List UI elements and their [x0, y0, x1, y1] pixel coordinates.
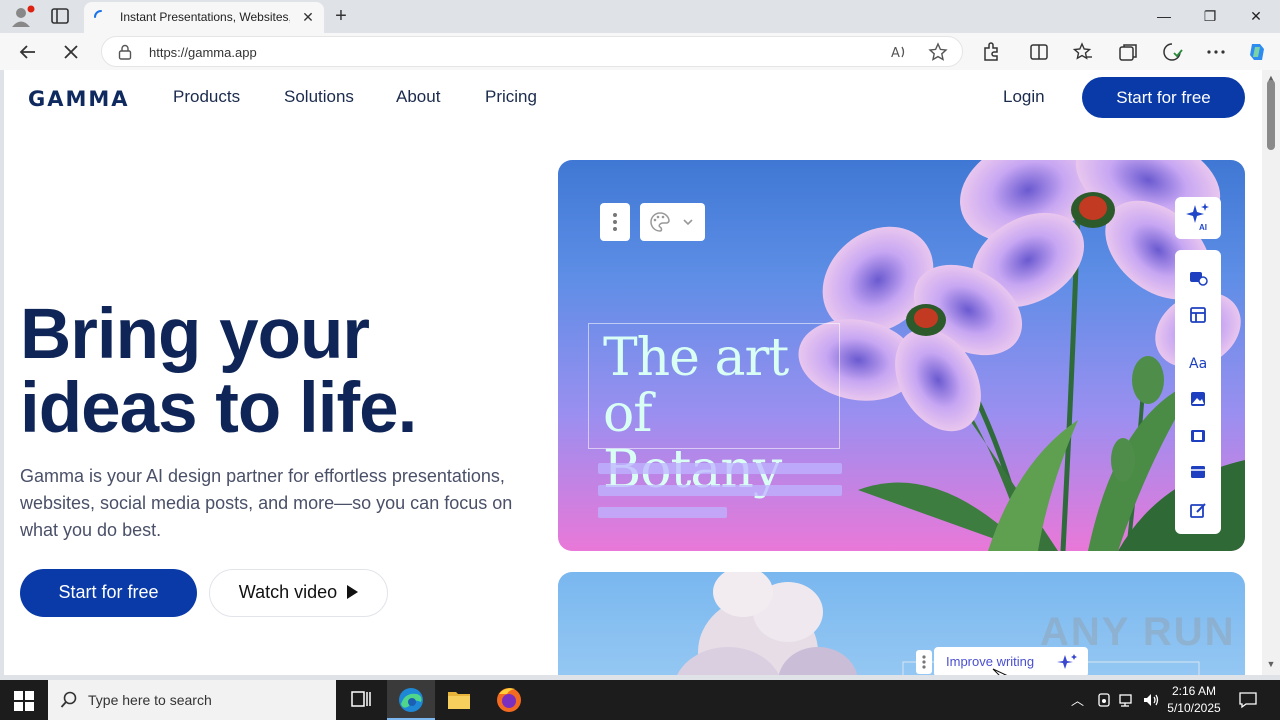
- lock-icon[interactable]: [118, 44, 132, 60]
- folder-icon: [448, 692, 470, 709]
- ai-button[interactable]: AI: [1175, 197, 1221, 239]
- text-placeholder-line: [598, 463, 842, 474]
- text-format-icon[interactable]: Aa: [1188, 352, 1208, 372]
- tray-device-icon[interactable]: [1096, 692, 1112, 708]
- watch-video-button[interactable]: Watch video: [209, 569, 388, 617]
- gamma-logo[interactable]: GAMMA: [28, 87, 130, 111]
- taskbar-firefox[interactable]: [485, 680, 533, 720]
- ai-sparkle-icon: [1186, 203, 1209, 223]
- theme-dropdown-button[interactable]: [640, 203, 705, 241]
- search-icon: [60, 691, 77, 708]
- hero-preview-card: The art of Botany AI Aa: [558, 160, 1245, 551]
- read-aloud-icon[interactable]: A: [889, 42, 909, 62]
- taskbar-clock[interactable]: 2:16 AM 5/10/2025: [1166, 683, 1222, 717]
- tab-actions-icon[interactable]: [50, 7, 70, 25]
- clock-time: 2:16 AM: [1171, 684, 1217, 698]
- tab-title: Instant Presentations, Websites, a: [120, 10, 290, 24]
- mouse-cursor-icon: [992, 668, 1008, 675]
- taskbar-edge[interactable]: [387, 680, 435, 720]
- more-menu-icon[interactable]: [1205, 41, 1227, 63]
- start-for-free-button[interactable]: Start for free: [20, 569, 197, 617]
- search-placeholder: Type here to search: [88, 692, 212, 708]
- browser-essentials-icon[interactable]: [1161, 41, 1183, 63]
- profile-icon[interactable]: [8, 4, 36, 28]
- start-for-free-header-button[interactable]: Start for free: [1082, 77, 1245, 118]
- tray-overflow-icon[interactable]: ︿: [1071, 690, 1084, 709]
- headline-line-1: Bring your: [20, 295, 370, 374]
- svg-text:Aa: Aa: [1189, 356, 1207, 372]
- vertical-dots-icon: [922, 655, 926, 669]
- image-icon[interactable]: [1188, 389, 1208, 409]
- ai-badge: AI: [1199, 223, 1207, 232]
- vertical-dots-icon: [613, 213, 617, 231]
- scroll-down-icon[interactable]: ▼: [1266, 660, 1276, 669]
- watch-video-label: Watch video: [238, 582, 338, 602]
- card-title-line-1: The art: [603, 328, 789, 388]
- taskbar-search[interactable]: Type here to search: [48, 680, 336, 720]
- text-placeholder-line: [598, 507, 727, 518]
- active-tab[interactable]: Instant Presentations, Websites, a ✕: [84, 2, 324, 33]
- card-title-line-2: of Botany: [603, 384, 782, 498]
- notifications-icon[interactable]: [1238, 691, 1258, 709]
- improve-menu-button[interactable]: [916, 650, 932, 674]
- side-toolbar: Aa: [1175, 250, 1221, 534]
- login-link[interactable]: Login: [1003, 87, 1045, 107]
- scrollbar-thumb[interactable]: [1267, 80, 1275, 150]
- nav-solutions[interactable]: Solutions: [284, 87, 354, 107]
- svg-text:A: A: [891, 46, 900, 61]
- windows-start-icon[interactable]: [14, 691, 34, 711]
- close-tab-icon[interactable]: ✕: [300, 9, 316, 25]
- copilot-icon[interactable]: [1246, 41, 1268, 63]
- split-screen-icon[interactable]: [1028, 41, 1050, 63]
- edge-icon: [399, 688, 423, 712]
- browser-toolbar: https://gamma.app A: [0, 33, 1280, 70]
- page-scrollbar[interactable]: ▲ ▼: [1262, 70, 1280, 675]
- collections-icon[interactable]: [1117, 41, 1139, 63]
- close-window-button[interactable]: ✕: [1236, 6, 1276, 26]
- headline-line-2: ideas to life.: [20, 369, 417, 448]
- layout-icon[interactable]: [1188, 305, 1208, 325]
- stop-loading-icon[interactable]: [60, 41, 82, 63]
- add-card-icon[interactable]: [1188, 268, 1208, 288]
- favorites-icon[interactable]: [1072, 41, 1094, 63]
- card-title-box[interactable]: The art of Botany: [588, 323, 840, 498]
- task-view-button[interactable]: [337, 680, 385, 720]
- task-view-icon: [351, 691, 371, 707]
- volume-icon[interactable]: [1142, 692, 1160, 708]
- browser-tab-bar: Instant Presentations, Websites, a ✕ + —…: [0, 0, 1280, 33]
- video-icon[interactable]: [1188, 426, 1208, 446]
- embed-icon[interactable]: [1188, 462, 1208, 482]
- page-viewport: GAMMA Products Solutions About Pricing L…: [4, 70, 1262, 675]
- hero-subtext: Gamma is your AI design partner for effo…: [20, 466, 513, 540]
- nav-pricing[interactable]: Pricing: [485, 87, 537, 107]
- improve-writing-label: Improve writing: [946, 654, 1035, 669]
- url-text[interactable]: https://gamma.app: [149, 45, 257, 60]
- restore-button[interactable]: ❐: [1190, 6, 1230, 26]
- palette-icon: [650, 212, 693, 232]
- nav-about[interactable]: About: [396, 87, 440, 107]
- new-tab-button[interactable]: +: [330, 6, 352, 26]
- minimize-button[interactable]: —: [1144, 6, 1184, 26]
- sparkle-icon: [1057, 654, 1077, 669]
- clock-date: 5/10/2025: [1167, 701, 1221, 715]
- card-menu-button[interactable]: [600, 203, 630, 241]
- extensions-icon[interactable]: [980, 41, 1002, 63]
- favorite-star-icon[interactable]: [928, 42, 948, 62]
- taskbar-file-explorer[interactable]: [435, 680, 483, 720]
- address-bar[interactable]: https://gamma.app A: [101, 36, 963, 67]
- loading-spinner-icon: [94, 10, 102, 18]
- back-icon[interactable]: [17, 41, 39, 63]
- windows-taskbar: Type here to search ︿ 2:16 AM 5/10/2025: [0, 680, 1280, 720]
- anyrun-watermark: ANY RUN: [1040, 610, 1236, 654]
- firefox-icon: [497, 688, 521, 712]
- text-placeholder-line: [598, 485, 842, 496]
- play-icon: [347, 585, 359, 599]
- edit-icon[interactable]: [1188, 500, 1208, 520]
- nav-products[interactable]: Products: [173, 87, 240, 107]
- hero-headline: Bring your ideas to life.: [20, 295, 417, 448]
- network-icon[interactable]: [1118, 692, 1136, 708]
